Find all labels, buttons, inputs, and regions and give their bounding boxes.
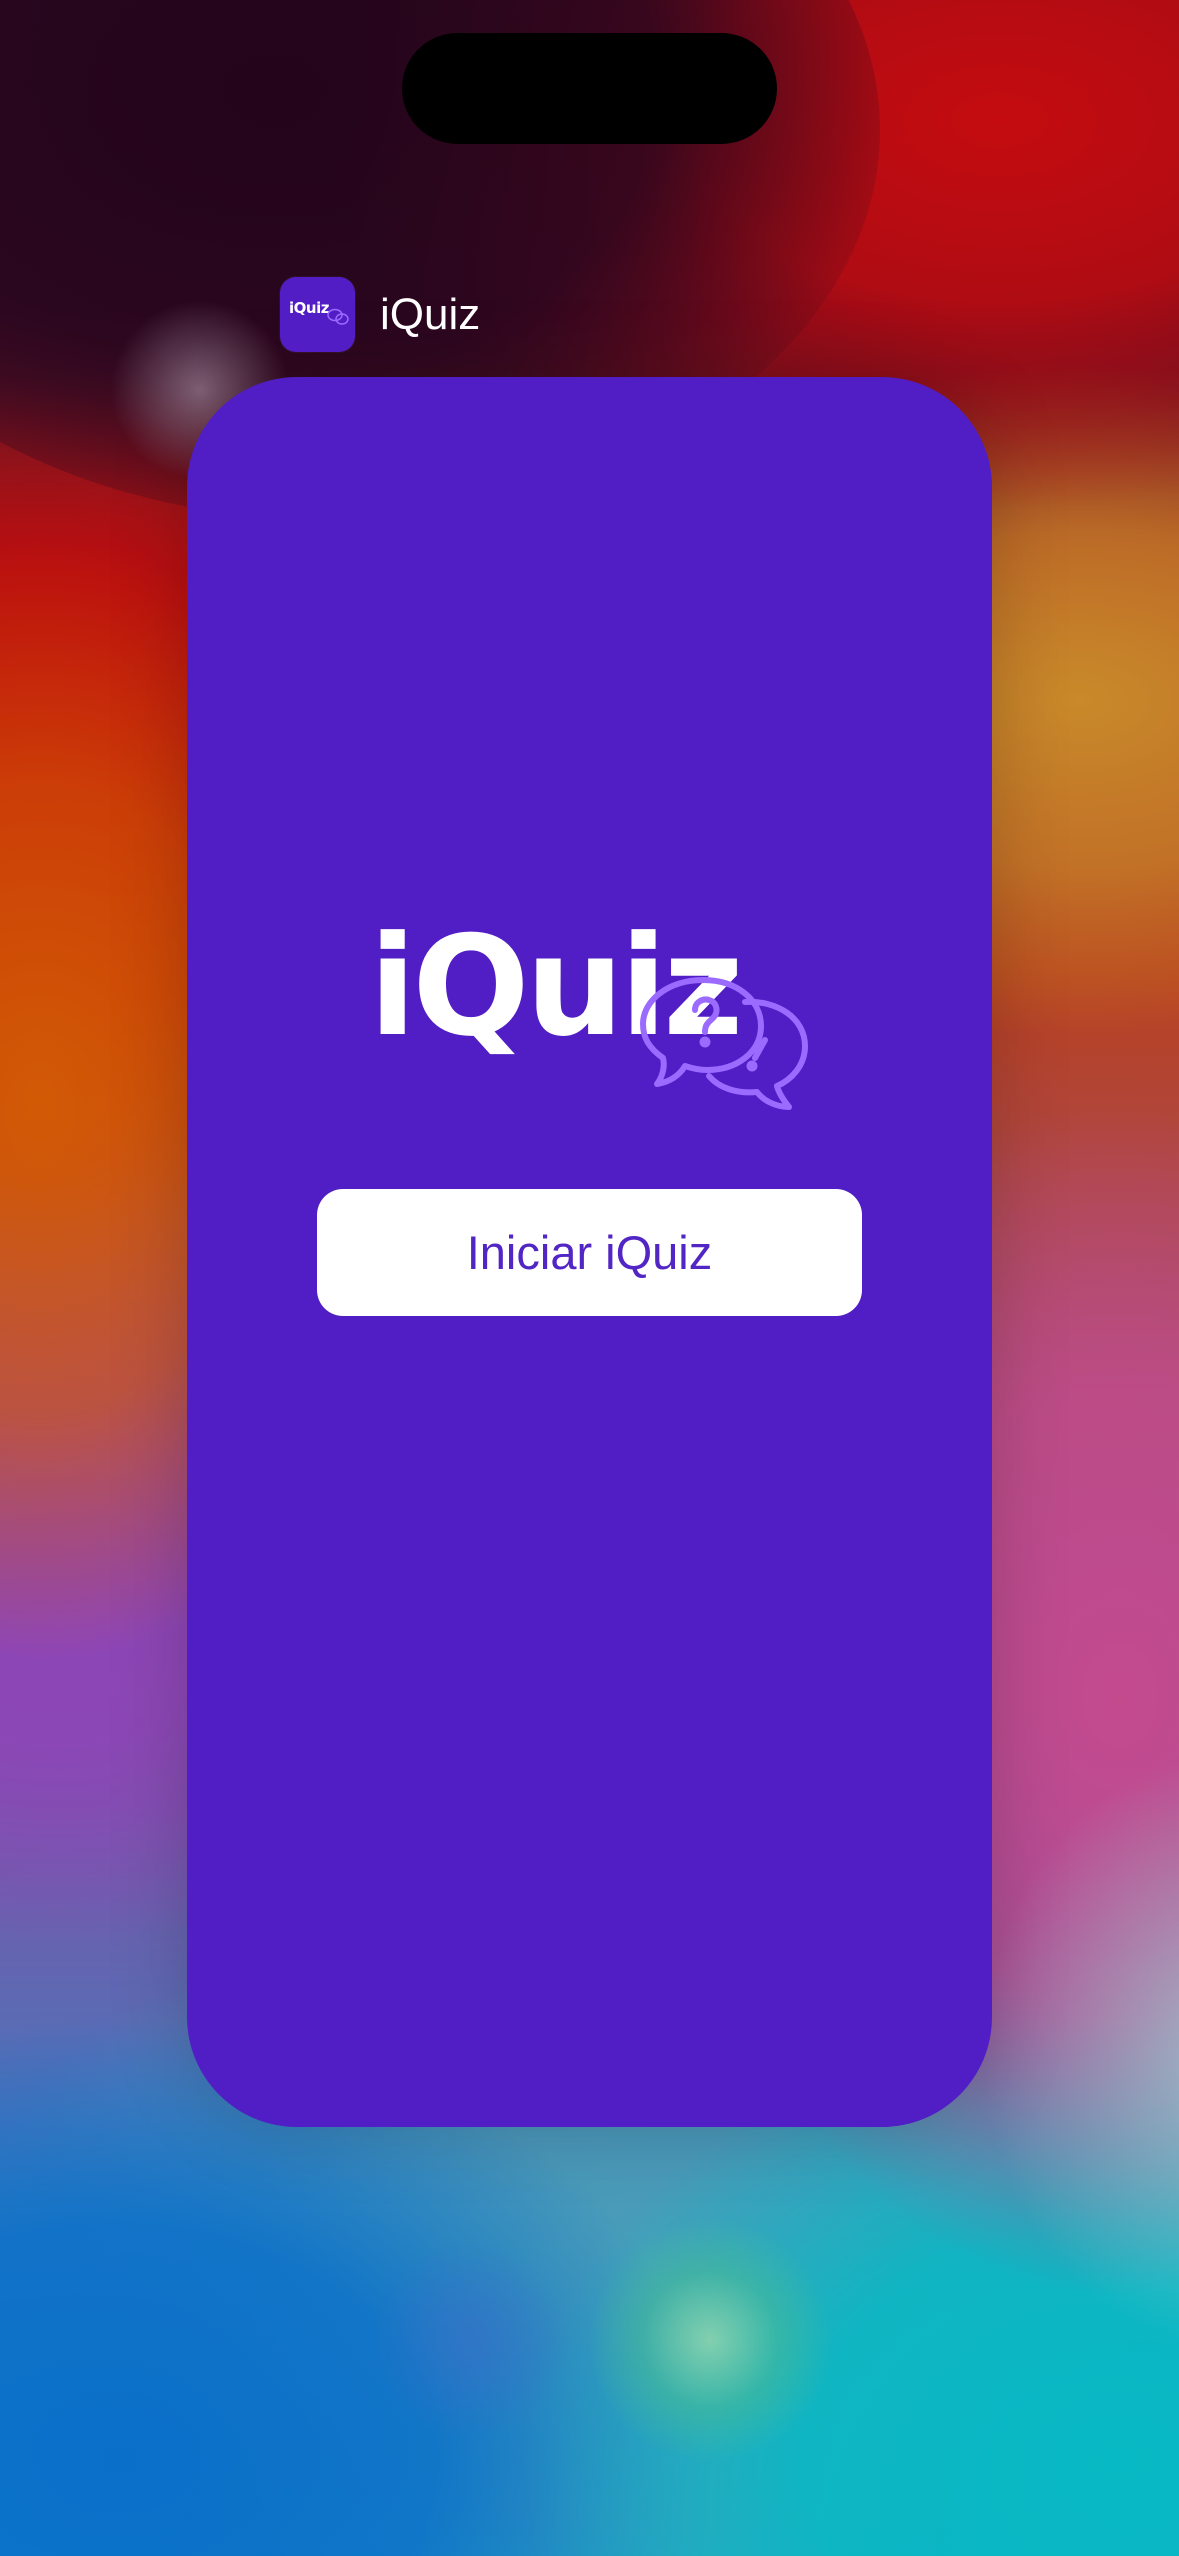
app-preview-card[interactable]: iQuiz Iniciar iQuiz bbox=[187, 377, 992, 2127]
iquiz-logo: iQuiz bbox=[369, 902, 829, 1110]
dynamic-island bbox=[402, 33, 777, 144]
chat-bubbles-icon bbox=[327, 308, 349, 325]
wallpaper-glow bbox=[980, 1750, 1179, 2350]
start-quiz-button[interactable]: Iniciar iQuiz bbox=[317, 1189, 862, 1316]
app-icon-label: iQuiz bbox=[289, 299, 329, 317]
blurred-dock-icon bbox=[370, 2240, 570, 2440]
blurred-dock-icon bbox=[590, 2220, 830, 2460]
app-switcher-header[interactable]: iQuiz iQuiz bbox=[280, 277, 480, 352]
app-name: iQuiz bbox=[380, 290, 481, 339]
question-exclamation-chat-bubbles-icon bbox=[640, 977, 808, 1110]
app-icon[interactable]: iQuiz bbox=[280, 277, 355, 352]
